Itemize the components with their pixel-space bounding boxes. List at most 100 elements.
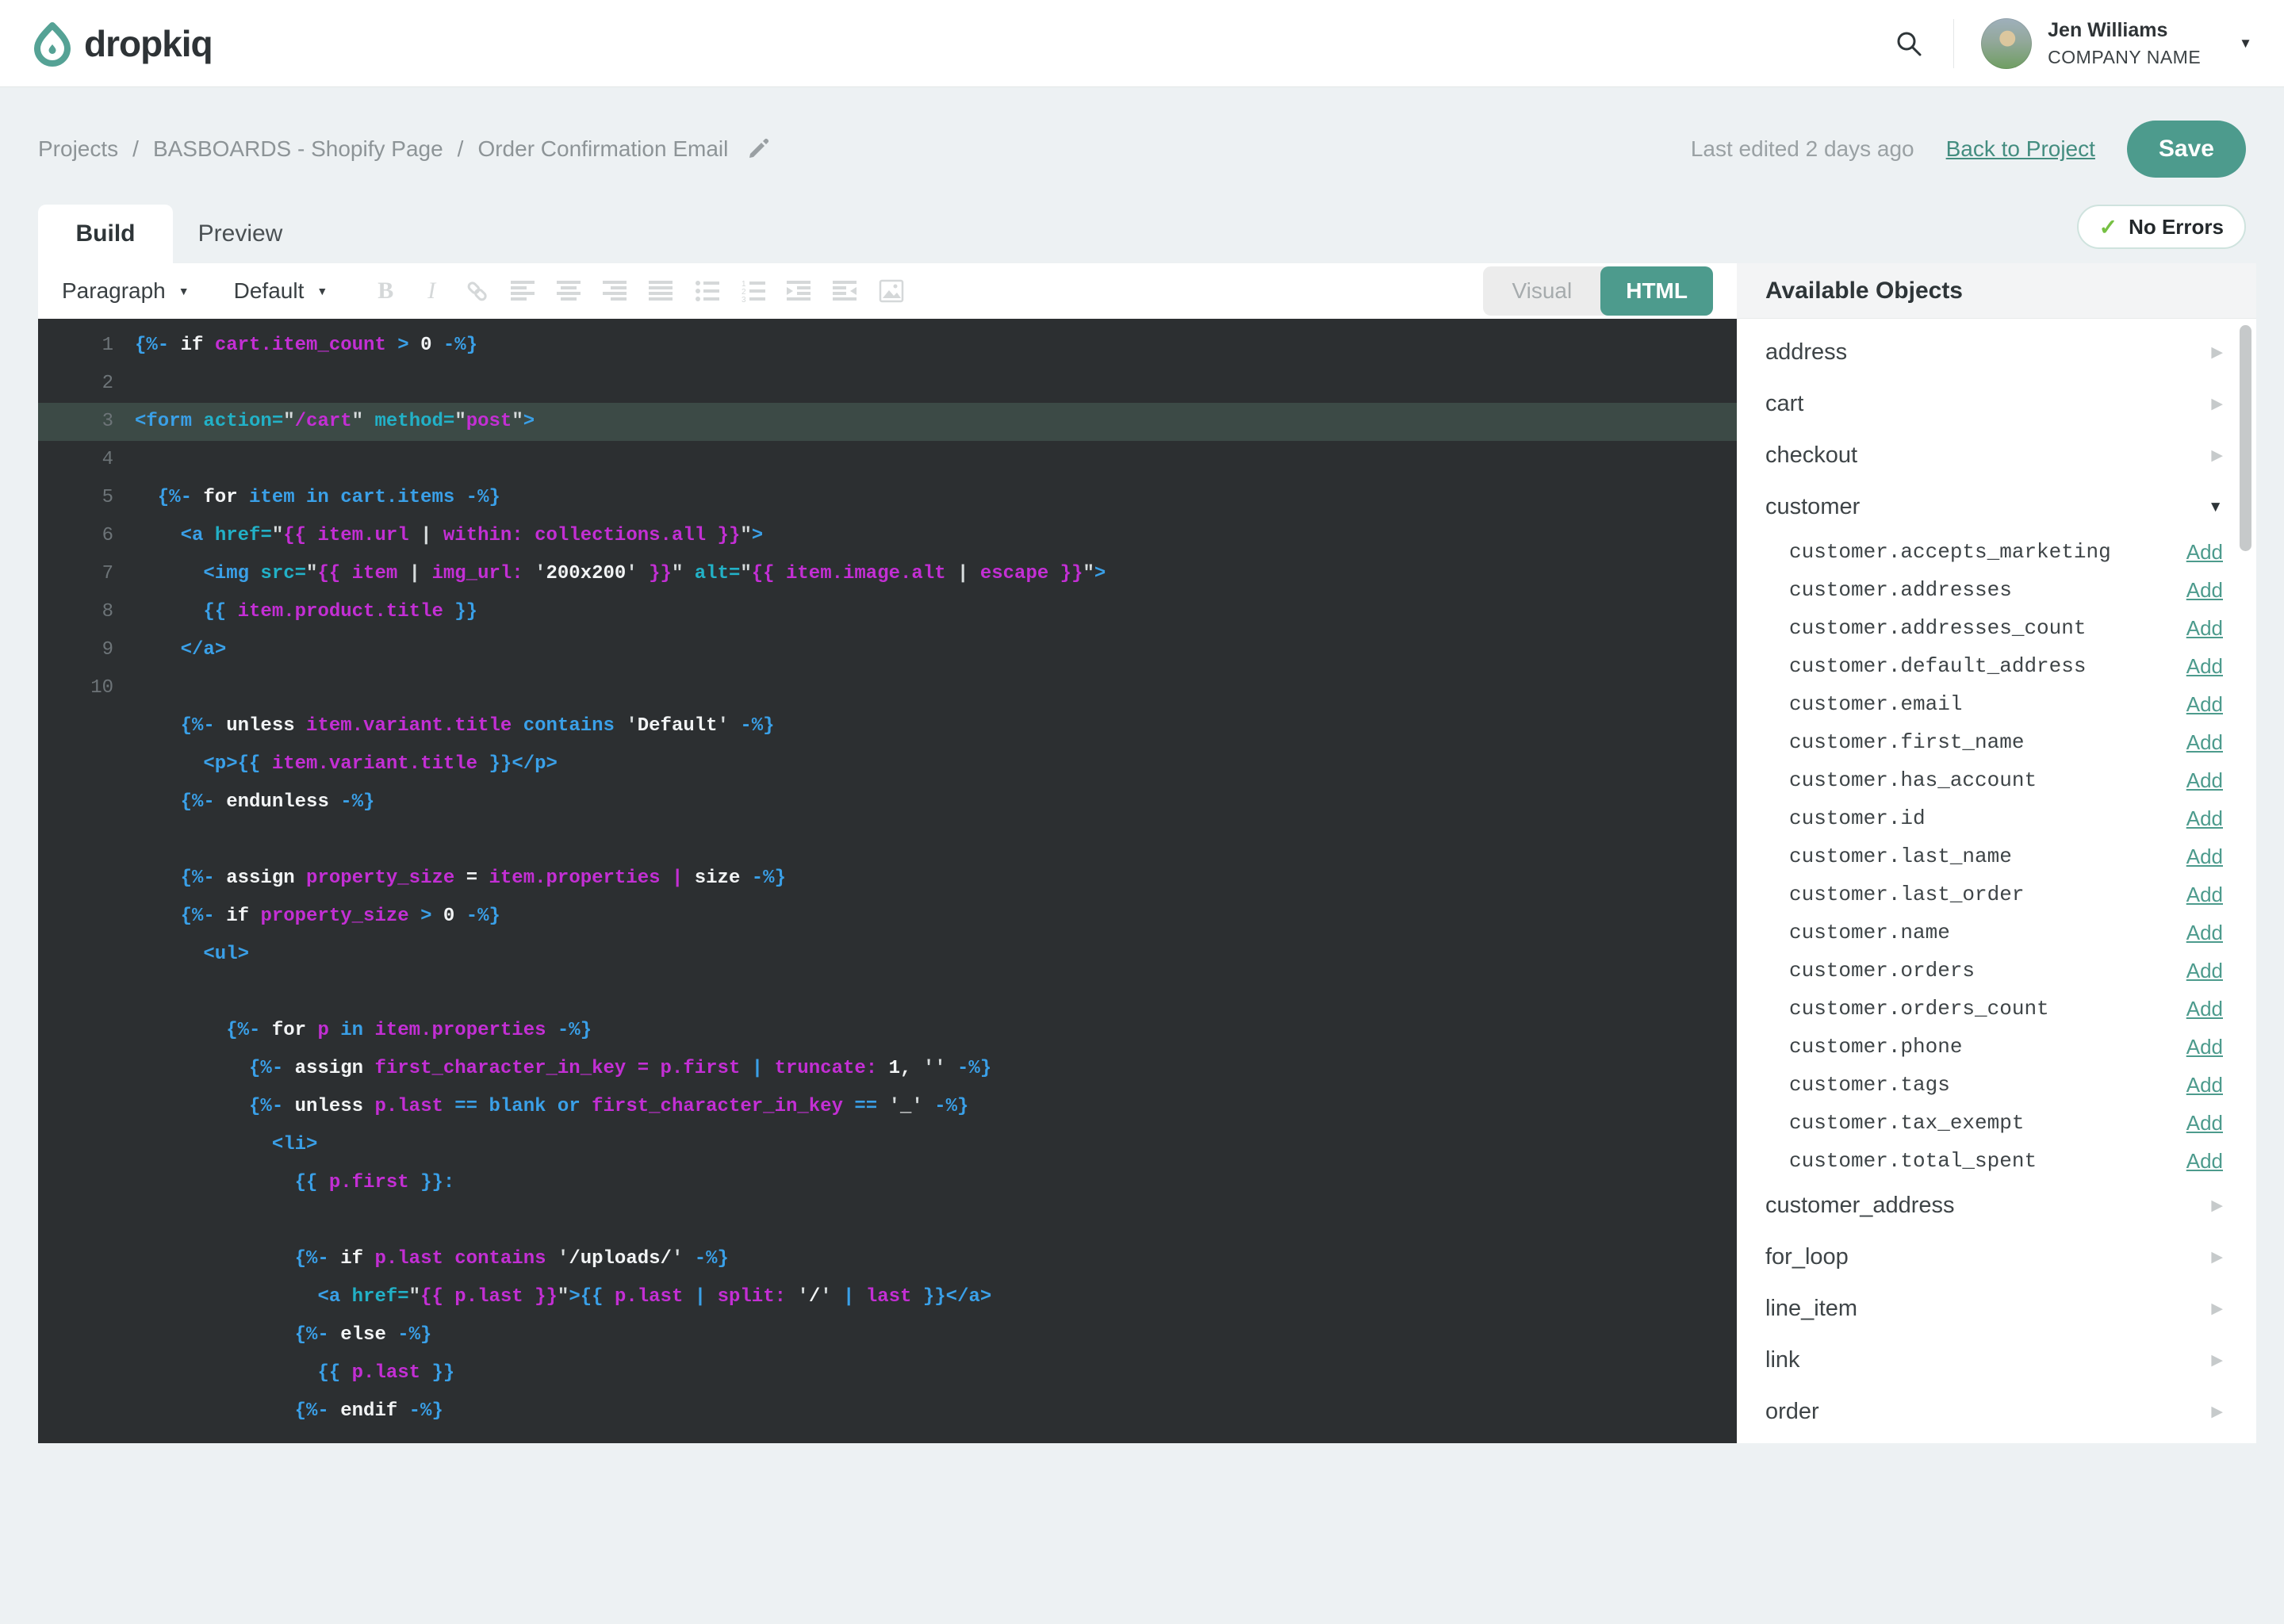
object-row-line_item[interactable]: line_item ▶ [1737, 1283, 2256, 1335]
add-property-link[interactable]: Add [2186, 692, 2223, 717]
indent-icon[interactable] [786, 278, 813, 304]
code-line[interactable] [38, 974, 1737, 1012]
code-line[interactable]: 7 <img src="{{ item | img_url: '200x200' … [38, 555, 1737, 593]
object-row-address[interactable]: address ▶ [1737, 327, 2256, 378]
edit-pencil-icon[interactable] [745, 136, 771, 162]
code-line[interactable]: {%- assign first_character_in_key = p.fi… [38, 1050, 1737, 1088]
outdent-icon[interactable] [832, 278, 859, 304]
add-property-link[interactable]: Add [2186, 959, 2223, 983]
add-property-link[interactable]: Add [2186, 1149, 2223, 1174]
code-line[interactable]: <a href="{{ p.last }}">{{ p.last | split… [38, 1278, 1737, 1316]
avatar[interactable] [1981, 17, 2033, 69]
italic-icon[interactable]: I [418, 278, 445, 304]
tab-preview[interactable]: Preview [173, 205, 308, 263]
code-token: " [271, 525, 284, 546]
add-property-link[interactable]: Add [2186, 768, 2223, 793]
search-icon[interactable] [1891, 26, 1926, 61]
numbered-list-icon[interactable]: 123 [740, 278, 767, 304]
chevron-down-icon[interactable]: ▼ [2208, 499, 2223, 516]
code-line[interactable]: {%- if p.last contains '/uploads/' -%} [38, 1240, 1737, 1278]
code-line[interactable]: 9 </a> [38, 631, 1737, 669]
code-line[interactable]: {%- assign property_size = item.properti… [38, 860, 1737, 898]
code-token: > [523, 411, 535, 432]
tab-build[interactable]: Build [38, 205, 173, 263]
breadcrumb-page[interactable]: Order Confirmation Email [477, 136, 728, 162]
code-line[interactable] [38, 1202, 1737, 1240]
code-line[interactable]: {%- endif -%} [38, 1392, 1737, 1431]
add-property-link[interactable]: Add [2186, 806, 2223, 831]
code-line[interactable]: 4 [38, 441, 1737, 479]
code-line[interactable]: {%- if property_size > 0 -%} [38, 898, 1737, 936]
add-property-link[interactable]: Add [2186, 1073, 2223, 1097]
object-row-link[interactable]: link ▶ [1737, 1335, 2256, 1386]
dropkiq-logo[interactable]: dropkiq [32, 21, 213, 67]
code-line[interactable]: {%- else -%} [38, 1316, 1737, 1354]
code-line[interactable]: 3 <form action="/cart" method="post"> [38, 403, 1737, 441]
object-row-order[interactable]: order ▶ [1737, 1386, 2256, 1438]
bullet-list-icon[interactable] [694, 278, 721, 304]
align-left-icon[interactable] [510, 278, 537, 304]
code-line[interactable]: <ul> [38, 936, 1737, 974]
add-property-link[interactable]: Add [2186, 921, 2223, 945]
breadcrumb-projects[interactable]: Projects [38, 136, 118, 162]
add-property-link[interactable]: Add [2186, 578, 2223, 603]
chevron-right-icon[interactable]: ▶ [2211, 1248, 2223, 1266]
object-row-cart[interactable]: cart ▶ [1737, 378, 2256, 430]
code-line[interactable]: {%- for p in item.properties -%} [38, 1012, 1737, 1050]
code-line[interactable]: {%- unless item.variant.title contains '… [38, 707, 1737, 745]
chevron-right-icon[interactable]: ▶ [2211, 1197, 2223, 1215]
code-line[interactable]: {{ p.first }}: [38, 1164, 1737, 1202]
back-to-project-link[interactable]: Back to Project [1946, 136, 2095, 162]
object-property-label: customer.phone [1789, 1035, 1963, 1059]
code-line[interactable]: 1 {%- if cart.item_count > 0 -%} [38, 327, 1737, 365]
code-token: first_character_in_key [592, 1096, 855, 1117]
save-button[interactable]: Save [2126, 121, 2246, 178]
add-property-link[interactable]: Add [2186, 883, 2223, 907]
code-token: -%} [408, 1400, 443, 1422]
chevron-right-icon[interactable]: ▶ [2211, 1403, 2223, 1421]
html-mode-button[interactable]: HTML [1600, 266, 1713, 316]
add-property-link[interactable]: Add [2186, 730, 2223, 755]
add-property-link[interactable]: Add [2186, 616, 2223, 641]
visual-mode-button[interactable]: Visual [1483, 266, 1600, 316]
code-line[interactable]: {{ p.last }} [38, 1354, 1737, 1392]
chevron-down-icon[interactable]: ▼ [2239, 36, 2252, 52]
link-icon[interactable] [464, 278, 491, 304]
align-center-icon[interactable] [556, 278, 583, 304]
code-line[interactable]: {%- unless p.last == blank or first_char… [38, 1088, 1737, 1126]
code-line[interactable]: 5 {%- for item in cart.items -%} [38, 479, 1737, 517]
image-icon[interactable] [878, 278, 905, 304]
add-property-link[interactable]: Add [2186, 654, 2223, 679]
code-line[interactable] [38, 822, 1737, 860]
object-row-for_loop[interactable]: for_loop ▶ [1737, 1231, 2256, 1283]
code-line[interactable]: <p>{{ item.variant.title }}</p> [38, 745, 1737, 783]
code-line[interactable]: {%- endunless -%} [38, 783, 1737, 822]
chevron-right-icon[interactable]: ▶ [2211, 1300, 2223, 1318]
add-property-link[interactable]: Add [2186, 845, 2223, 869]
chevron-right-icon[interactable]: ▶ [2211, 1351, 2223, 1369]
object-row-checkout[interactable]: checkout ▶ [1737, 430, 2256, 481]
paragraph-dropdown[interactable]: Paragraph ▼ [62, 278, 190, 304]
add-property-link[interactable]: Add [2186, 997, 2223, 1021]
code-line[interactable]: <li> [38, 1126, 1737, 1164]
align-right-icon[interactable] [602, 278, 629, 304]
style-dropdown[interactable]: Default ▼ [234, 278, 328, 304]
add-property-link[interactable]: Add [2186, 540, 2223, 565]
add-property-link[interactable]: Add [2186, 1111, 2223, 1136]
object-row-customer_address[interactable]: customer_address ▶ [1737, 1180, 2256, 1231]
align-justify-icon[interactable] [648, 278, 675, 304]
breadcrumb-project[interactable]: BASBOARDS - Shopify Page [153, 136, 443, 162]
code-line[interactable]: 10 [38, 669, 1737, 707]
chevron-right-icon[interactable]: ▶ [2211, 343, 2223, 362]
object-row-customer[interactable]: customer ▼ [1737, 481, 2256, 533]
code-area[interactable]: 1 {%- if cart.item_count > 0 -%} 2 3 <form a… [38, 319, 1737, 1443]
chevron-right-icon[interactable]: ▶ [2211, 446, 2223, 465]
bold-icon[interactable]: B [372, 278, 399, 304]
code-line[interactable]: 8 {{ item.product.title }} [38, 593, 1737, 631]
code-line[interactable]: 6 <a href="{{ item.url | within: collecti… [38, 517, 1737, 555]
user-menu[interactable]: Jen Williams COMPANY NAME ▼ [1981, 17, 2252, 69]
add-property-link[interactable]: Add [2186, 1035, 2223, 1059]
code-line[interactable]: 2 [38, 365, 1737, 403]
chevron-right-icon[interactable]: ▶ [2211, 395, 2223, 413]
panel-scrollbar[interactable] [2240, 325, 2251, 551]
